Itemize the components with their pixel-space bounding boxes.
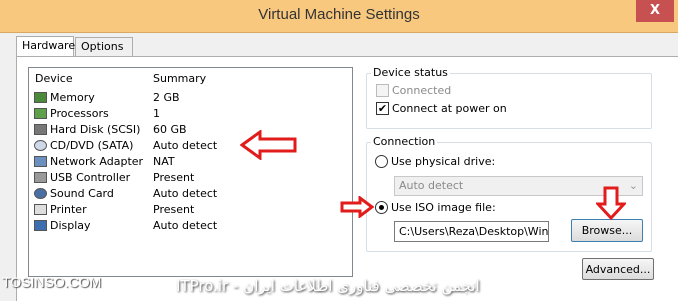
device-summary: Auto detect [153,139,218,152]
device-summary: 60 GB [153,123,187,136]
device-row-processors[interactable]: Processors 1 [29,106,349,122]
arrow-down-icon [596,186,626,220]
column-summary[interactable]: Summary [153,72,206,85]
chevron-down-icon: ⌄ [628,179,638,192]
hard-disk-icon [34,124,47,135]
arrow-left-icon [240,130,297,160]
advanced-button[interactable]: Advanced... [582,258,654,280]
device-row-usb-controller[interactable]: USB Controller Present [29,170,349,186]
use-iso-image-radio[interactable] [375,201,388,214]
window-title: Virtual Machine Settings [258,6,420,23]
device-row-display[interactable]: Display Auto detect [29,218,349,234]
sound-card-icon [34,188,47,199]
device-name: Memory [50,91,95,104]
watermark-tosinso: TOSINSO.COM [2,274,102,290]
use-iso-image-label: Use ISO image file: [391,201,496,214]
device-summary: Present [153,203,195,216]
device-name: Printer [50,203,87,216]
physical-drive-value: Auto detect [399,179,464,192]
device-list[interactable]: Device Summary Memory 2 GB Processors 1 … [28,67,353,277]
device-summary: Auto detect [153,219,218,232]
cd-dvd-icon [34,140,47,151]
device-row-memory[interactable]: Memory 2 GB [29,90,349,106]
device-summary: 2 GB [153,91,180,104]
device-list-header: Device Summary [29,72,352,88]
connected-checkbox[interactable] [376,84,389,97]
watermark-itpro: ITPro.ir - انجمن تخصصی فناوری اطلاعات ای… [176,277,480,295]
arrow-right-icon [340,196,374,218]
device-summary: 1 [153,107,160,120]
display-icon [34,220,47,231]
device-row-cd-dvd[interactable]: CD/DVD (SATA) Auto detect [29,138,349,154]
memory-icon [34,92,47,103]
device-row-hard-disk[interactable]: Hard Disk (SCSI) 60 GB [29,122,349,138]
device-status-group: Device status Connected ✔ Connect at pow… [366,66,652,129]
use-physical-drive-label: Use physical drive: [391,155,496,168]
device-name: Display [50,219,91,232]
close-button[interactable]: X [636,0,674,22]
usb-icon [34,172,47,183]
device-summary: Present [153,171,195,184]
column-device[interactable]: Device [35,72,73,85]
printer-icon [34,204,47,215]
tab-hardware[interactable]: Hardware [16,36,75,56]
connected-label: Connected [392,84,452,97]
iso-path-input[interactable]: C:\Users\Reza\Desktop\Window [394,221,549,242]
device-name: Network Adapter [50,155,144,168]
use-physical-drive-radio[interactable] [375,155,388,168]
device-row-printer[interactable]: Printer Present [29,202,349,218]
device-name: Sound Card [50,187,114,200]
title-bar: Virtual Machine Settings X [0,0,678,33]
device-name: Hard Disk (SCSI) [50,123,141,136]
device-status-title: Device status [371,66,450,79]
device-name: Processors [50,107,109,120]
connect-at-power-on-label: Connect at power on [392,102,507,115]
browse-button[interactable]: Browse... [571,219,643,242]
tab-options[interactable]: Options [75,37,133,56]
device-name: USB Controller [50,171,131,184]
device-summary: Auto detect [153,187,218,200]
connection-title: Connection [371,135,438,148]
processor-icon [34,108,47,119]
network-adapter-icon [34,156,47,167]
device-row-sound-card[interactable]: Sound Card Auto detect [29,186,349,202]
device-row-network-adapter[interactable]: Network Adapter NAT [29,154,349,170]
connect-at-power-on-checkbox[interactable]: ✔ [376,102,389,115]
device-name: CD/DVD (SATA) [50,139,134,152]
device-summary: NAT [153,155,175,168]
